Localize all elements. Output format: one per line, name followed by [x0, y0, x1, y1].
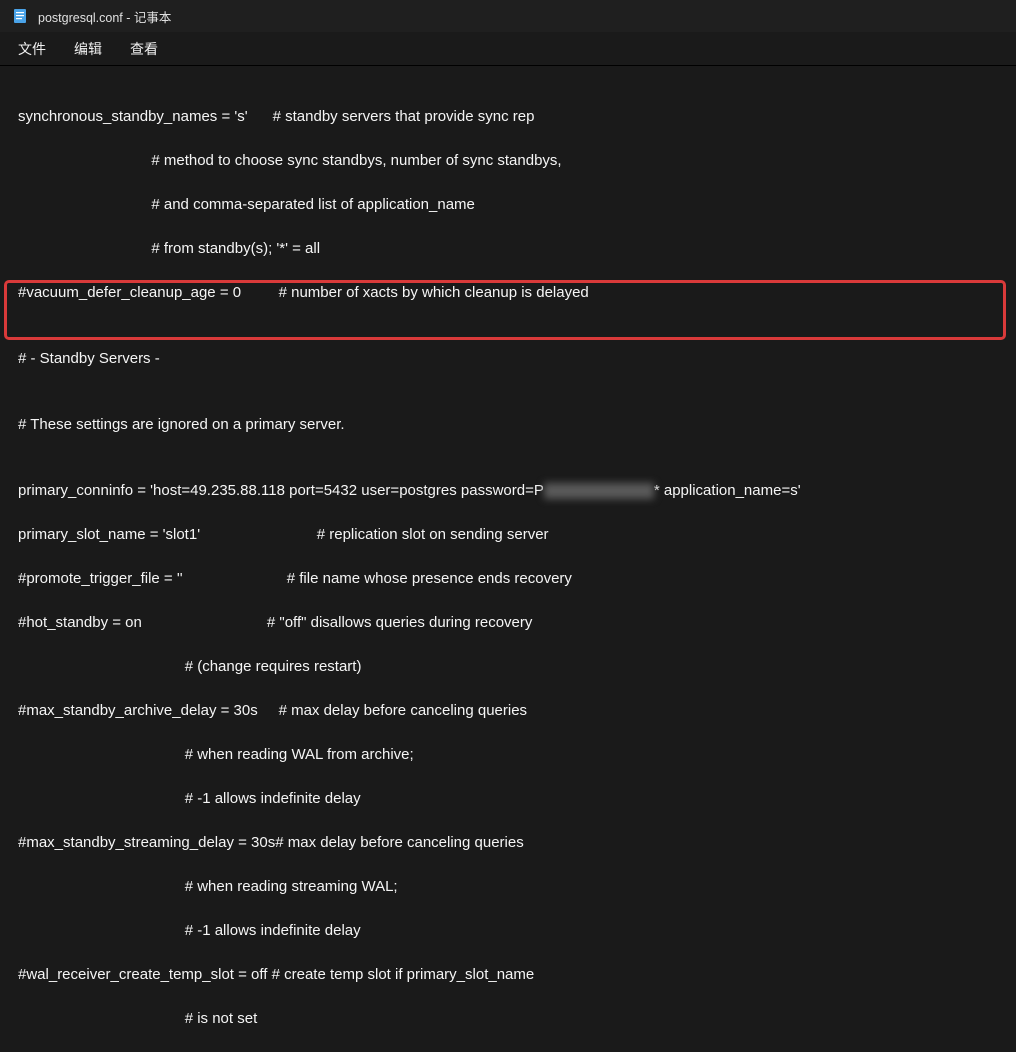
text-line: # - Standby Servers -: [18, 348, 1016, 370]
text-segment: primary_conninfo = 'host=49.235.88.118 p…: [18, 482, 544, 499]
text-line: # (change requires restart): [18, 656, 1016, 678]
text-line: # and comma-separated list of applicatio…: [18, 194, 1016, 216]
editor-area[interactable]: synchronous_standby_names = 's' # standb…: [0, 66, 1016, 1052]
text-line: primary_slot_name = 'slot1' # replicatio…: [18, 524, 1016, 546]
text-line: #max_standby_streaming_delay = 30s# max …: [18, 832, 1016, 854]
text-line: # -1 allows indefinite delay: [18, 920, 1016, 942]
menu-edit[interactable]: 编辑: [74, 39, 102, 59]
text-line: #wal_receiver_create_temp_slot = off # c…: [18, 964, 1016, 986]
text-line: #hot_standby = on # "off" disallows quer…: [18, 612, 1016, 634]
text-segment: * application_name=s': [654, 482, 801, 499]
menu-file[interactable]: 文件: [18, 39, 46, 59]
window-title: postgresql.conf - 记事本: [38, 7, 171, 26]
notepad-icon: [12, 8, 28, 24]
text-line: primary_conninfo = 'host=49.235.88.118 p…: [18, 480, 1016, 502]
redacted-password: xxxxxxxxxx: [544, 483, 654, 499]
titlebar: postgresql.conf - 记事本: [0, 0, 1016, 32]
menu-view[interactable]: 查看: [130, 39, 158, 59]
menubar: 文件 编辑 查看: [0, 32, 1016, 66]
text-line: # -1 allows indefinite delay: [18, 788, 1016, 810]
text-line: #promote_trigger_file = '' # file name w…: [18, 568, 1016, 590]
text-line: synchronous_standby_names = 's' # standb…: [18, 106, 1016, 128]
text-line: # when reading WAL from archive;: [18, 744, 1016, 766]
text-line: #max_standby_archive_delay = 30s # max d…: [18, 700, 1016, 722]
text-line: # when reading streaming WAL;: [18, 876, 1016, 898]
text-line: # These settings are ignored on a primar…: [18, 414, 1016, 436]
text-line: #vacuum_defer_cleanup_age = 0 # number o…: [18, 282, 1016, 304]
text-line: # is not set: [18, 1008, 1016, 1030]
text-line: # from standby(s); '*' = all: [18, 238, 1016, 260]
text-line: # method to choose sync standbys, number…: [18, 150, 1016, 172]
